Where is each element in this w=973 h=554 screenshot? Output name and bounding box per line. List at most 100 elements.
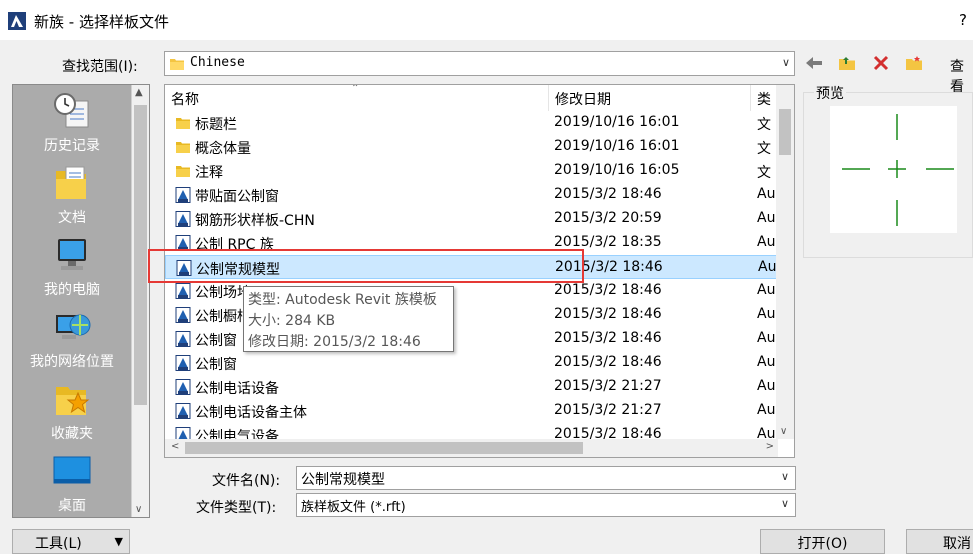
file-date-cell: 2019/10/16 16:05: [554, 162, 680, 178]
file-name-cell: 公制窗: [195, 333, 237, 349]
scroll-down-icon[interactable]: ∨: [135, 504, 142, 515]
window-title: 新族 - 选择样板文件: [34, 13, 169, 31]
file-type-cell: Au: [757, 234, 776, 250]
cancel-button[interactable]: 取消: [906, 529, 973, 554]
file-name-input[interactable]: 公制常规模型 ∨: [296, 466, 796, 490]
file-name-cell: 标题栏: [195, 117, 237, 133]
scroll-thumb[interactable]: [134, 105, 147, 405]
place-favorites[interactable]: 收藏夹: [13, 379, 131, 443]
file-name-label: 文件名(N):: [212, 473, 281, 489]
file-date-cell: 2015/3/2 18:46: [554, 306, 662, 322]
computer-icon: [58, 239, 86, 270]
file-date-cell: 2019/10/16 16:01: [554, 138, 680, 154]
scroll-up-icon[interactable]: ▲: [135, 87, 143, 98]
back-button[interactable]: [803, 53, 825, 73]
revit-family-template-icon: [175, 211, 191, 227]
delete-x-icon: [873, 55, 889, 71]
file-list-row[interactable]: 概念体量 2019/10/16 16:01 文: [165, 135, 777, 159]
column-header-date[interactable]: 修改日期: [549, 85, 751, 111]
file-type-cell: Au: [757, 186, 776, 202]
back-arrow-icon: [806, 57, 822, 69]
place-documents[interactable]: 文档: [13, 163, 131, 227]
revit-family-template-icon: [175, 283, 191, 299]
file-list-row[interactable]: 钢筋形状样板-CHN 2015/3/2 20:59 Au: [165, 207, 777, 231]
file-name-cell: 公制电话设备主体: [195, 405, 307, 421]
file-date-cell: 2015/3/2 20:59: [554, 210, 662, 226]
preview-label: 预览: [814, 83, 846, 103]
place-desktop[interactable]: 桌面: [13, 451, 131, 515]
revit-family-template-icon: [175, 403, 191, 419]
tooltip-size: 大小: 284 KB: [248, 313, 336, 329]
place-network[interactable]: 我的网络位置: [13, 307, 131, 371]
file-date-cell: 2015/3/2 18:46: [554, 282, 662, 298]
file-list-row[interactable]: 公制窗 2015/3/2 18:46 Au: [165, 351, 777, 375]
file-list-row[interactable]: 标题栏 2019/10/16 16:01 文: [165, 111, 777, 135]
look-in-value: Chinese: [190, 55, 245, 70]
file-list-horizontal-scrollbar[interactable]: < >: [165, 439, 778, 457]
delete-button[interactable]: [870, 53, 892, 73]
network-icon: [56, 314, 91, 339]
up-folder-button[interactable]: [836, 53, 858, 73]
revit-family-template-icon: [175, 355, 191, 371]
file-list-row[interactable]: 公制电话设备主体 2015/3/2 21:27 Au: [165, 399, 777, 423]
selection-annotation-box: [148, 249, 584, 283]
revit-family-template-icon: [175, 307, 191, 323]
place-label: 文档: [58, 210, 86, 226]
desktop-icon: [53, 456, 91, 484]
file-name-value: 公制常规模型: [301, 472, 385, 488]
file-info-tooltip: 类型: Autodesk Revit 族模板 大小: 284 KB 修改日期: …: [243, 286, 454, 352]
file-type-cell: Au: [757, 306, 776, 322]
revit-family-template-icon: [175, 331, 191, 347]
file-date-cell: 2015/3/2 18:46: [554, 186, 662, 202]
file-type-cell: Au: [757, 330, 776, 346]
file-type-cell: 文: [757, 165, 771, 181]
tools-menu-button[interactable]: 工具(L) ▼: [12, 529, 130, 554]
look-in-label: 查找范围(I):: [62, 59, 138, 75]
revit-family-template-icon: [175, 379, 191, 395]
favorites-icon: [56, 387, 90, 415]
file-type-select[interactable]: 族样板文件 (*.rft) ∨: [296, 493, 796, 517]
places-scrollbar[interactable]: ▲ ∨: [131, 85, 149, 517]
file-list-row[interactable]: 带贴面公制窗 2015/3/2 18:46 Au: [165, 183, 777, 207]
file-type-cell: Au: [757, 402, 776, 418]
help-button[interactable]: ?: [959, 11, 967, 29]
place-label: 桌面: [58, 498, 86, 514]
file-name-cell: 公制窗: [195, 357, 237, 373]
look-in-combobox[interactable]: Chinese ∨: [164, 51, 795, 76]
file-type-value: 族样板文件 (*.rft): [301, 500, 406, 515]
place-label: 历史记录: [44, 138, 100, 154]
scroll-right-icon[interactable]: >: [766, 441, 774, 452]
tools-label: 工具(L): [35, 536, 82, 552]
file-type-cell: Au: [757, 210, 776, 226]
file-date-cell: 2015/3/2 18:35: [554, 234, 662, 250]
scroll-thumb[interactable]: [185, 442, 583, 454]
new-folder-button[interactable]: [903, 53, 925, 73]
chevron-down-icon[interactable]: ∨: [781, 497, 789, 510]
places-bar: 历史记录 文档 我的电脑 我的网络位置 收藏夹 桌面 ▲ ∨: [12, 84, 150, 518]
scroll-thumb[interactable]: [779, 109, 791, 155]
documents-icon: [56, 166, 86, 199]
scroll-left-icon[interactable]: <: [171, 441, 179, 452]
file-list-vertical-scrollbar[interactable]: ∨: [776, 85, 794, 439]
folder-icon: [176, 118, 190, 129]
column-header-name[interactable]: ⌃ 名称: [165, 85, 549, 111]
preview-canvas: [830, 106, 957, 233]
chevron-down-icon[interactable]: ∨: [782, 56, 790, 69]
place-history[interactable]: 历史记录: [13, 91, 131, 155]
history-icon: [54, 93, 89, 128]
file-name-cell: 钢筋形状样板-CHN: [195, 213, 315, 229]
column-header-label: 类: [757, 92, 771, 108]
file-list-row[interactable]: 公制电话设备 2015/3/2 21:27 Au: [165, 375, 777, 399]
chevron-down-icon[interactable]: ∨: [781, 470, 789, 483]
folder-icon: [176, 166, 190, 177]
revit-app-icon: [8, 12, 26, 30]
open-button[interactable]: 打开(O): [760, 529, 885, 554]
file-list-row[interactable]: 注释 2019/10/16 16:05 文: [165, 159, 777, 183]
scroll-down-icon[interactable]: ∨: [780, 426, 787, 437]
place-label: 我的电脑: [44, 282, 100, 298]
new-folder-icon: [906, 56, 922, 70]
view-menu-button[interactable]: 查看: [950, 56, 973, 96]
place-computer[interactable]: 我的电脑: [13, 235, 131, 299]
place-label: 收藏夹: [51, 426, 93, 442]
file-type-label: 文件类型(T):: [196, 500, 277, 516]
